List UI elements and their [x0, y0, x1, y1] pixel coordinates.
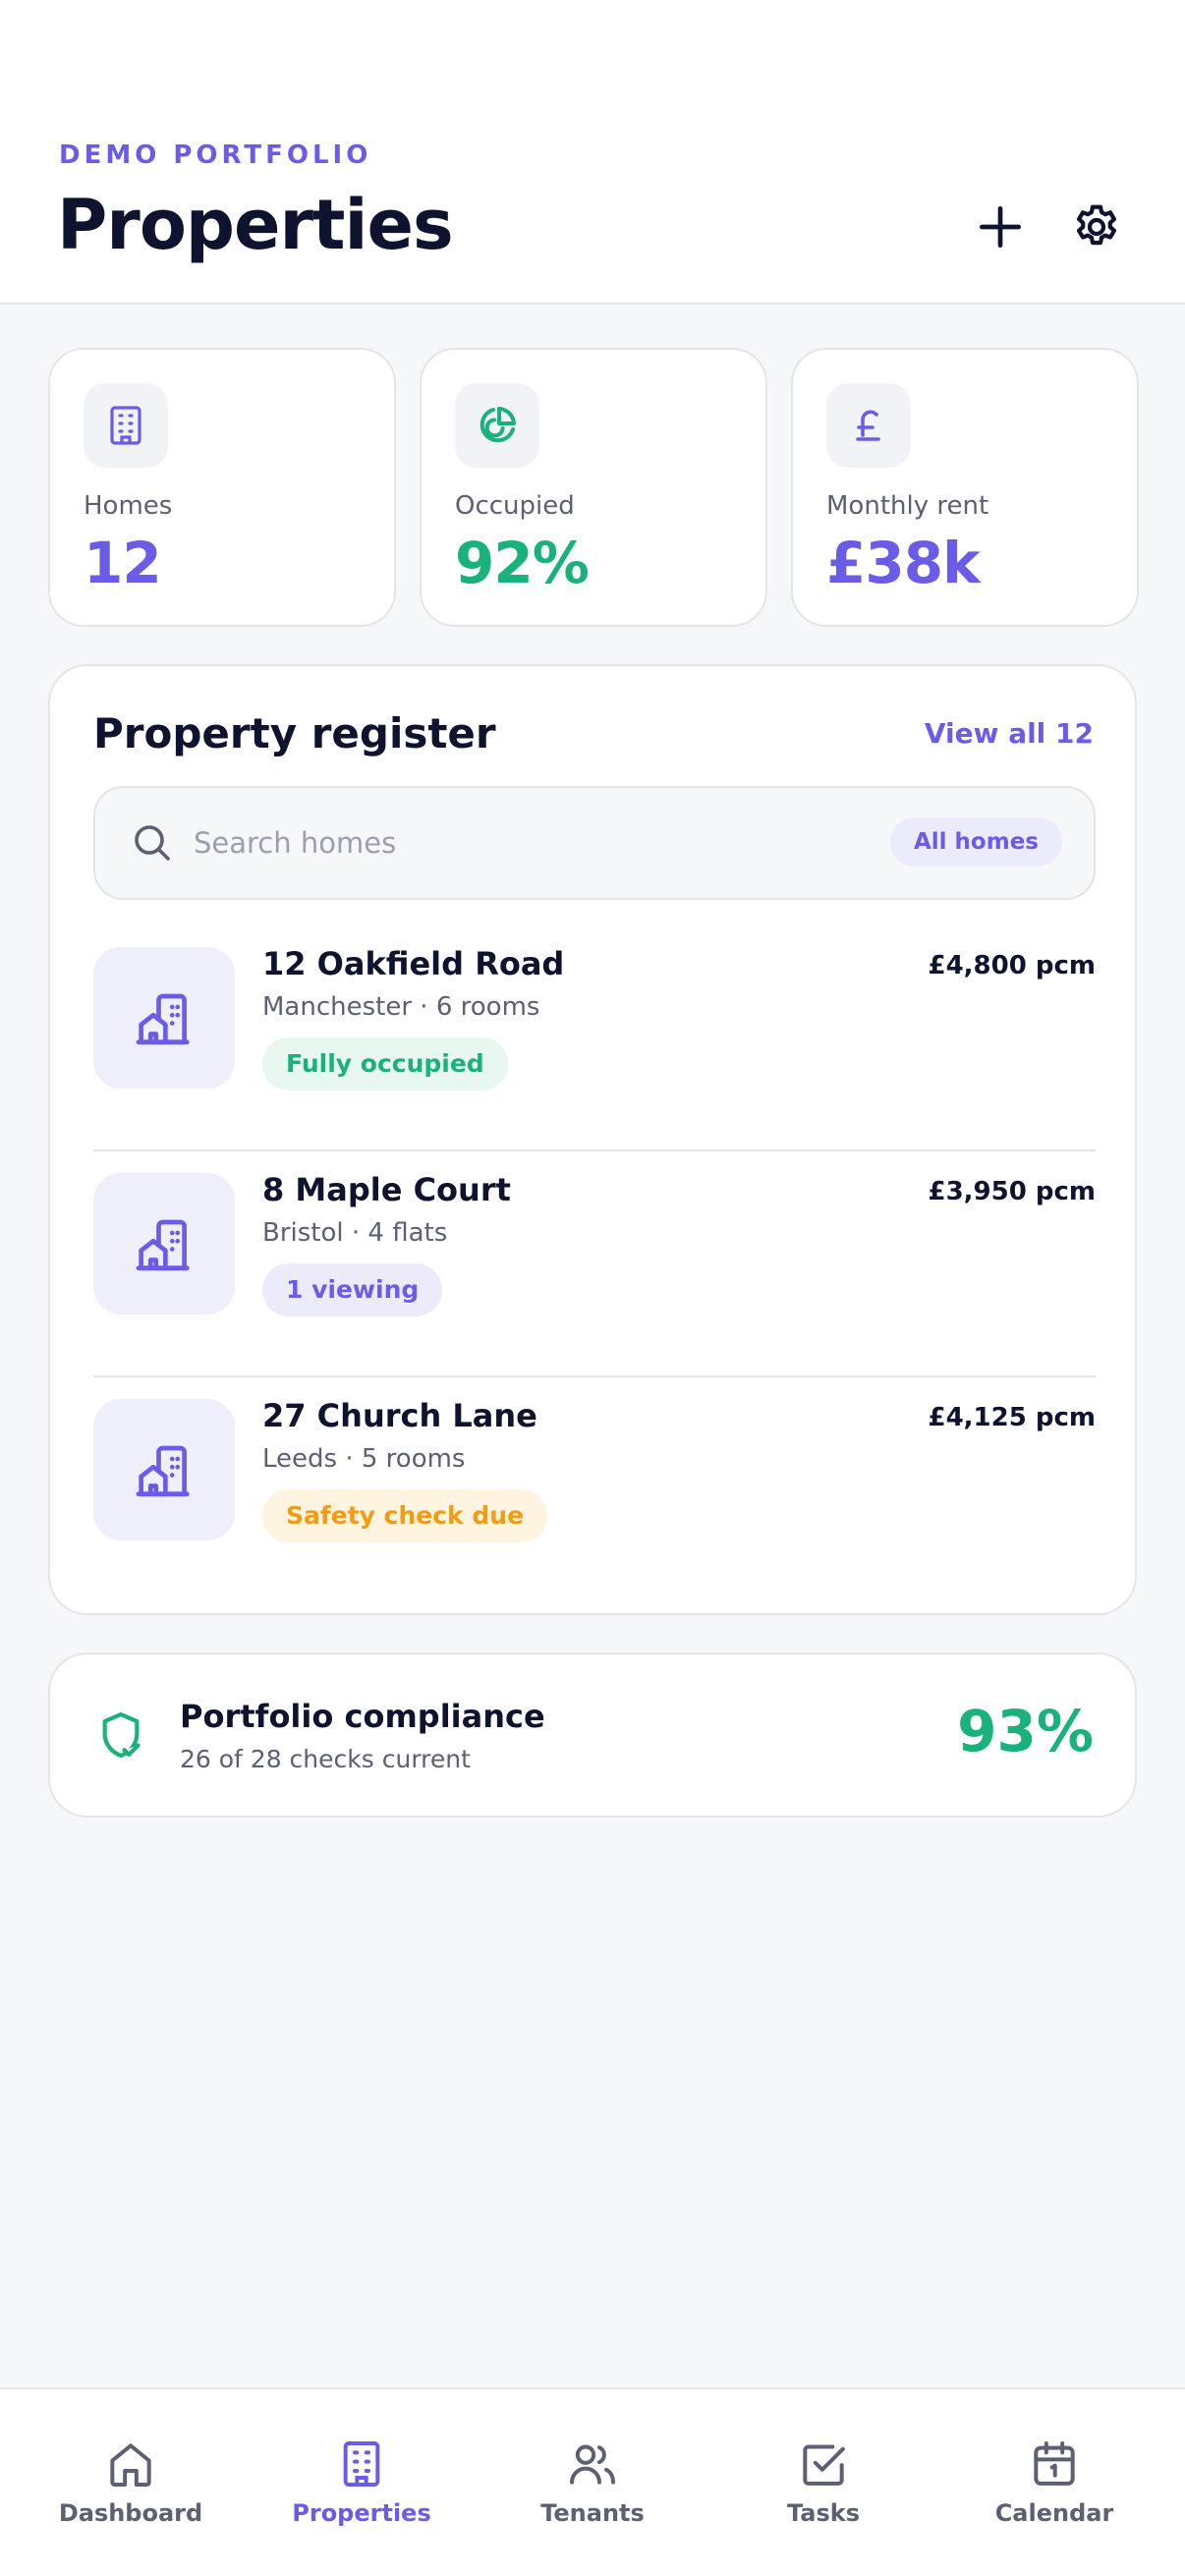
gear-icon	[1076, 204, 1117, 246]
stat-value: 92%	[455, 530, 590, 596]
status-badge: Fully occupied	[262, 1037, 508, 1091]
property-row[interactable]: 12 Oakfield Road Manchester · 6 rooms £4…	[93, 925, 1096, 1151]
property-register-card: Property register View all 12 All homes …	[48, 664, 1137, 1615]
search-input[interactable]	[194, 821, 881, 865]
property-row[interactable]: 27 Church Lane Leeds · 5 rooms £4,125 pc…	[93, 1377, 1096, 1603]
tab-properties[interactable]: Properties	[246, 2389, 478, 2576]
page-title: Properties	[57, 185, 454, 265]
view-all-link[interactable]: View all 12	[925, 717, 1094, 750]
stat-label: Homes	[84, 491, 173, 521]
stat-label: Monthly rent	[826, 491, 989, 521]
users-icon	[570, 2444, 615, 2485]
checkbox-icon	[803, 2444, 845, 2486]
tab-tasks[interactable]: Tasks	[707, 2389, 939, 2576]
shield-check-icon	[102, 1711, 141, 1759]
property-meta: Leeds · 5 rooms	[262, 1444, 466, 1474]
pie-chart-icon	[480, 407, 516, 443]
property-name: 8 Maple Court	[262, 1171, 511, 1208]
compliance-title: Portfolio compliance	[180, 1698, 545, 1735]
add-property-button[interactable]	[965, 192, 1036, 262]
stat-card-monthly-rent[interactable]: Monthly rent £38k	[791, 348, 1139, 627]
stat-value: £38k	[826, 530, 981, 596]
search-bar[interactable]: All homes	[93, 786, 1096, 900]
tab-label: Tenants	[540, 2499, 645, 2527]
property-meta: Manchester · 6 rooms	[262, 992, 540, 1022]
stat-value: 12	[84, 530, 162, 596]
compliance-subtitle: 26 of 28 checks current	[180, 1745, 471, 1773]
portfolio-eyebrow: DEMO PORTFOLIO	[59, 140, 372, 170]
tab-label: Dashboard	[58, 2499, 203, 2527]
property-price: £4,125 pcm	[928, 1403, 1097, 1432]
property-name: 27 Church Lane	[262, 1397, 537, 1434]
stat-card-occupied[interactable]: Occupied 92%	[420, 348, 767, 627]
bottom-tab-bar: Dashboard Properties Tenants Tasks Calen…	[0, 2387, 1185, 2576]
pound-icon	[856, 410, 880, 441]
calendar-icon	[1034, 2441, 1075, 2486]
stat-label: Occupied	[455, 491, 575, 521]
building-icon	[136, 1445, 190, 1497]
property-thumbnail	[93, 947, 235, 1089]
tab-tenants[interactable]: Tenants	[477, 2389, 708, 2576]
tab-dashboard[interactable]: Dashboard	[15, 2389, 247, 2576]
tab-label: Tasks	[786, 2499, 860, 2527]
building-icon	[136, 1219, 190, 1271]
settings-button[interactable]	[1061, 192, 1132, 262]
status-badge: Safety check due	[262, 1489, 548, 1542]
property-row[interactable]: 8 Maple Court Bristol · 4 flats £3,950 p…	[93, 1151, 1096, 1377]
building-icon	[110, 406, 141, 445]
top-header: DEMO PORTFOLIO Properties	[0, 0, 1185, 305]
property-meta: Bristol · 4 flats	[262, 1218, 448, 1248]
home-icon	[110, 2443, 151, 2487]
property-price: £3,950 pcm	[928, 1177, 1097, 1206]
property-thumbnail	[93, 1173, 235, 1315]
search-icon	[135, 825, 170, 861]
compliance-value: 93%	[957, 1698, 1094, 1764]
compliance-card[interactable]: Portfolio compliance 26 of 28 checks cur…	[48, 1652, 1137, 1818]
building-icon	[136, 993, 190, 1045]
tab-label: Properties	[292, 2499, 431, 2527]
property-price: £4,800 pcm	[928, 951, 1097, 980]
building-icon	[343, 2441, 380, 2487]
tab-label: Calendar	[994, 2499, 1114, 2527]
tab-calendar[interactable]: Calendar	[938, 2389, 1170, 2576]
plus-icon	[980, 206, 1021, 249]
status-badge: 1 viewing	[262, 1263, 443, 1316]
property-thumbnail	[93, 1399, 235, 1540]
filter-chip-all-homes[interactable]: All homes	[889, 817, 1062, 867]
property-name: 12 Oakfield Road	[262, 945, 565, 982]
register-title: Property register	[93, 709, 496, 757]
stat-card-homes[interactable]: Homes 12	[48, 348, 396, 627]
